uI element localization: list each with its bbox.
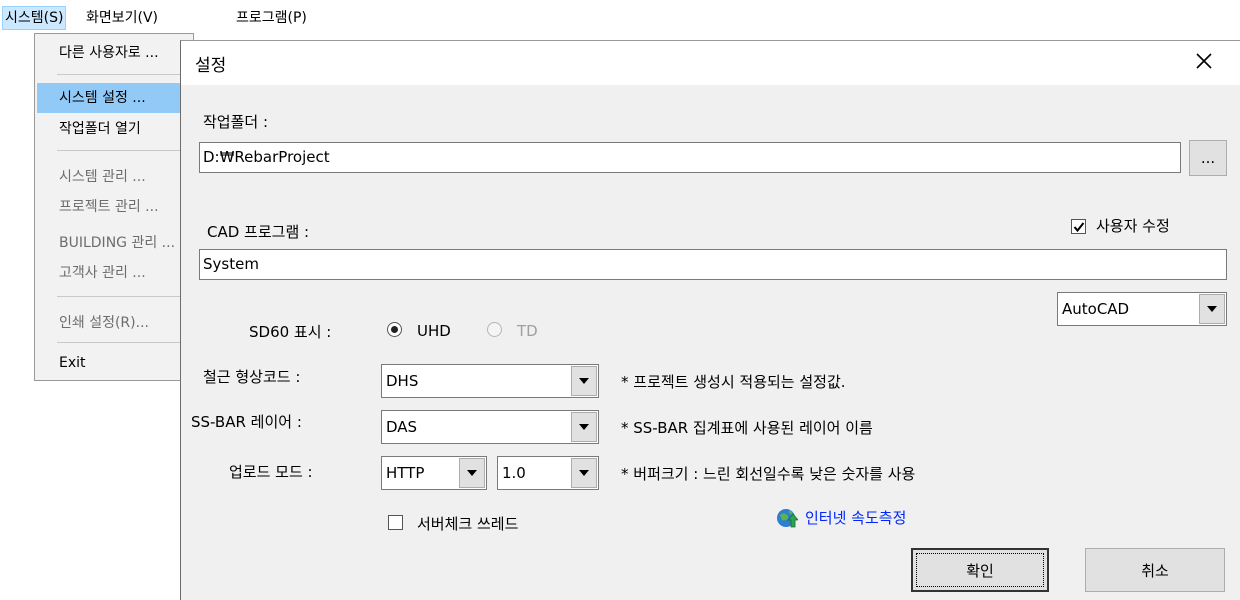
speed-test-link[interactable]: 인터넷 속도측정 [805, 507, 906, 528]
settings-dialog: 설정 작업폴더 : D:₩RebarProject ... CAD 프로그램 :… [180, 40, 1240, 600]
ssbar-layer-select[interactable]: DAS [381, 410, 599, 444]
work-folder-label: 작업폴더 : [203, 113, 269, 131]
cad-program-label: CAD 프로그램 : [207, 223, 310, 241]
menu-item-switch-user[interactable]: 다른 사용자로 ... [59, 40, 189, 66]
upload-mode-label: 업로드 모드 : [229, 463, 313, 481]
chevron-down-icon[interactable] [459, 458, 485, 488]
menu-item-customer-admin[interactable]: 고객사 관리 ... [59, 260, 189, 286]
browse-folder-button[interactable]: ... [1189, 140, 1227, 176]
menu-system[interactable]: 시스템(S) [2, 6, 67, 30]
chevron-down-icon[interactable] [571, 412, 597, 442]
upload-mode-select-value: HTTP [386, 464, 425, 482]
menu-item-building-admin[interactable]: BUILDING 관리 ... [59, 230, 189, 256]
chevron-down-icon[interactable] [1199, 294, 1225, 324]
menu-item-project-admin[interactable]: 프로젝트 관리 ... [59, 194, 189, 220]
menu-separator [57, 342, 191, 343]
rebar-code-note: * 프로젝트 생성시 적용되는 설정값. [621, 373, 846, 391]
ssbar-layer-select-value: DAS [386, 418, 418, 436]
sd60-td-radio[interactable] [487, 322, 502, 337]
menu-separator [57, 74, 191, 75]
menu-item-system-settings[interactable]: 시스템 설정 ... [59, 85, 189, 111]
menu-item-exit[interactable]: Exit [59, 350, 189, 376]
close-button[interactable] [1184, 45, 1224, 81]
cancel-button[interactable]: 취소 [1085, 548, 1225, 592]
close-icon [1195, 52, 1213, 74]
ssbar-layer-note: * SS-BAR 집계표에 사용된 레이어 이름 [621, 419, 873, 437]
chevron-down-icon[interactable] [571, 458, 597, 488]
cancel-button-label: 취소 [1141, 561, 1169, 580]
sd60-td-label: TD [517, 322, 538, 340]
server-check-thread-checkbox[interactable] [388, 515, 403, 530]
rebar-code-select-value: DHS [386, 372, 419, 390]
work-folder-input[interactable]: D:₩RebarProject [199, 142, 1181, 173]
menu-bar: 시스템(S) 화면보기(V) 프로그램(P) [0, 0, 350, 34]
menu-separator [57, 150, 191, 151]
menu-view[interactable]: 화면보기(V) [84, 6, 160, 30]
sd60-uhd-radio[interactable] [387, 322, 402, 337]
buffer-size-note: * 버퍼크기 : 느린 회선일수록 낮은 숫자를 사용 [621, 465, 916, 483]
dialog-titlebar: 설정 [181, 41, 1240, 85]
rebar-code-label: 철근 형상코드 : [203, 368, 301, 386]
buffer-size-select-value: 1.0 [502, 464, 526, 482]
server-check-thread-label: 서버체크 쓰레드 [417, 515, 519, 533]
rebar-code-select[interactable]: DHS [381, 364, 599, 398]
ssbar-layer-label: SS-BAR 레이어 : [191, 413, 302, 431]
ok-button[interactable]: 확인 [911, 548, 1049, 592]
upload-mode-select[interactable]: HTTP [381, 456, 487, 490]
dialog-title: 설정 [195, 56, 227, 76]
system-dropdown-menu: 다른 사용자로 ... 시스템 설정 ... 작업폴더 열기 시스템 관리 ..… [34, 33, 194, 381]
user-edit-label: 사용자 수정 [1096, 217, 1170, 235]
sd60-label: SD60 표시 : [249, 323, 332, 341]
buffer-size-select[interactable]: 1.0 [497, 456, 599, 490]
menu-item-open-work-folder[interactable]: 작업폴더 열기 [59, 116, 189, 142]
menu-item-print-settings[interactable]: 인쇄 설정(R)... [59, 310, 189, 336]
menu-program[interactable]: 프로그램(P) [234, 6, 309, 30]
cad-program-input[interactable]: System [199, 249, 1227, 280]
menu-item-system-admin[interactable]: 시스템 관리 ... [59, 164, 189, 190]
cad-program-select[interactable]: AutoCAD [1057, 292, 1227, 326]
globe-upload-icon[interactable] [776, 506, 799, 528]
cad-program-select-value: AutoCAD [1062, 300, 1130, 318]
sd60-uhd-label: UHD [417, 322, 451, 340]
chevron-down-icon[interactable] [571, 366, 597, 396]
user-edit-checkbox[interactable] [1071, 219, 1086, 234]
menu-separator [57, 296, 191, 297]
focus-rectangle [916, 553, 1044, 587]
